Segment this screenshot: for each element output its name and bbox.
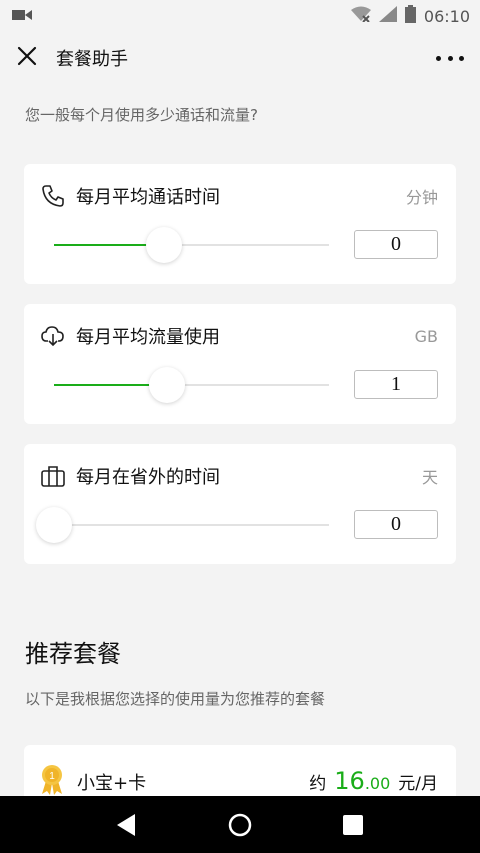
calls-title: 每月平均通话时间 <box>76 187 220 208</box>
recommend-subtitle: 以下是我根据您选择的使用量为您推荐的套餐 <box>25 690 326 708</box>
page-title: 套餐助手 <box>56 49 128 70</box>
system-nav-bar <box>0 796 480 853</box>
suitcase-icon <box>40 463 66 489</box>
back-icon[interactable] <box>107 805 147 845</box>
home-icon[interactable] <box>220 805 260 845</box>
nav-bar: 套餐助手 <box>0 32 480 84</box>
status-indicators: 06:10 <box>350 5 470 27</box>
svg-text:1: 1 <box>49 771 55 782</box>
data-value-input[interactable]: 1 <box>354 370 438 399</box>
calls-slider-thumb[interactable] <box>146 227 182 263</box>
calls-unit: 分钟 <box>405 188 438 207</box>
data-unit: GB <box>414 326 438 346</box>
more-menu-icon[interactable] <box>436 48 464 68</box>
price-unit: 元/月 <box>398 774 438 794</box>
medal-icon: 1 <box>40 765 64 795</box>
calls-slider[interactable] <box>54 227 329 263</box>
roaming-title: 每月在省外的时间 <box>76 467 220 488</box>
data-card: 每月平均流量使用 GB 1 <box>24 304 456 424</box>
roaming-slider[interactable] <box>36 507 329 543</box>
calls-card: 每月平均通话时间 分钟 0 <box>24 164 456 284</box>
close-icon[interactable] <box>16 45 38 71</box>
data-title: 每月平均流量使用 <box>76 327 220 348</box>
recents-icon[interactable] <box>333 805 373 845</box>
status-bar: 06:10 <box>0 0 480 32</box>
roaming-value-input[interactable]: 0 <box>354 510 438 539</box>
calls-value-input[interactable]: 0 <box>354 230 438 259</box>
battery-icon <box>404 5 416 27</box>
phone-icon <box>40 183 66 209</box>
plan-name: 小宝+卡 <box>77 773 147 794</box>
plan-price: 约 16 .00 元/月 <box>309 767 438 795</box>
price-decimal: .00 <box>364 774 391 793</box>
signal-icon <box>378 6 397 26</box>
cloud-download-icon <box>40 323 66 349</box>
wifi-icon <box>350 6 371 26</box>
status-time: 06:10 <box>423 6 470 26</box>
price-prefix: 约 <box>309 774 327 794</box>
video-camera-icon <box>12 7 32 26</box>
usage-question: 您一般每个月使用多少通话和流量? <box>25 106 258 124</box>
recommend-title: 推荐套餐 <box>25 640 121 668</box>
roaming-slider-thumb[interactable] <box>36 507 72 543</box>
price-integer: 16 <box>334 767 365 795</box>
roaming-unit: 天 <box>421 468 438 487</box>
roaming-card: 每月在省外的时间 天 0 <box>24 444 456 564</box>
data-slider[interactable] <box>54 367 329 403</box>
data-slider-thumb[interactable] <box>149 367 185 403</box>
